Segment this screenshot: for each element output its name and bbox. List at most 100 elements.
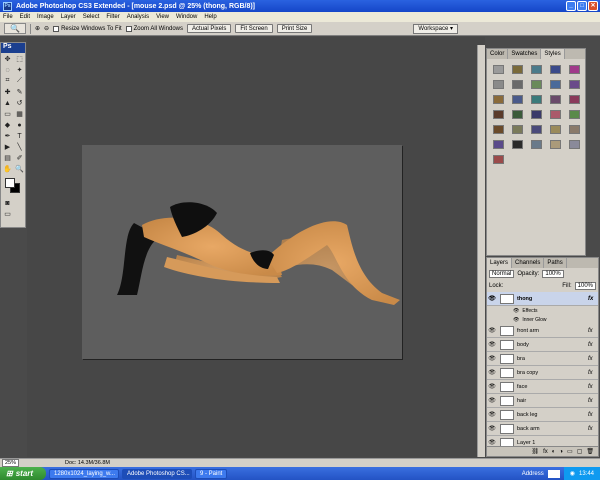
zoom-all-windows-checkbox[interactable]: Zoom All Windows <box>125 25 183 32</box>
resize-windows-checkbox[interactable]: Resize Windows To Fit <box>53 25 122 32</box>
layer-row[interactable]: 👁 bra fx <box>487 352 598 366</box>
stamp-icon[interactable]: ▲ <box>2 98 13 108</box>
zoom-level[interactable]: 25% <box>2 459 20 467</box>
inner-glow-row[interactable]: 👁 Inner Glow <box>487 315 598 324</box>
fx-badge[interactable]: fx <box>588 426 598 432</box>
style-swatch[interactable] <box>512 110 523 119</box>
fx-badge[interactable]: fx <box>588 384 598 390</box>
actual-pixels-button[interactable]: Actual Pixels <box>187 24 232 33</box>
style-swatch[interactable] <box>531 125 542 134</box>
style-swatch[interactable] <box>512 140 523 149</box>
adjust-icon[interactable]: ◑ <box>559 449 563 455</box>
style-swatch[interactable] <box>550 80 561 89</box>
foreground-color[interactable] <box>5 178 15 188</box>
crop-icon[interactable]: ⌗ <box>2 76 13 86</box>
pen-icon[interactable]: ✒ <box>2 131 13 141</box>
marquee-icon[interactable]: ⬚ <box>14 54 25 64</box>
fx-icon[interactable]: fx <box>543 449 548 455</box>
layer-row[interactable]: 👁 bra copy fx <box>487 366 598 380</box>
opacity-field[interactable]: 100% <box>542 270 564 278</box>
quick-mask-icon[interactable]: ◙ <box>2 198 13 208</box>
minimize-button[interactable]: _ <box>566 1 576 11</box>
style-swatch[interactable] <box>550 110 561 119</box>
style-swatch[interactable] <box>550 140 561 149</box>
blur-icon[interactable]: ◆ <box>2 120 13 130</box>
blend-mode-select[interactable]: Normal <box>489 270 515 278</box>
dodge-icon[interactable]: ● <box>14 120 25 130</box>
style-swatch[interactable] <box>531 80 542 89</box>
vertical-scrollbar[interactable] <box>477 45 485 457</box>
style-swatch[interactable] <box>493 110 504 119</box>
task-image[interactable]: 1280x1024_laying_w... <box>49 468 119 479</box>
menu-layer[interactable]: Layer <box>61 14 76 20</box>
eye-icon[interactable]: 👁 <box>487 355 497 362</box>
layer-row[interactable]: 👁 back leg fx <box>487 408 598 422</box>
notes-icon[interactable]: ▤ <box>2 153 13 163</box>
link-icon[interactable]: ⛓ <box>531 448 539 455</box>
tab-channels[interactable]: Channels <box>512 258 545 268</box>
style-swatch[interactable] <box>550 125 561 134</box>
style-swatch[interactable] <box>531 95 542 104</box>
style-swatch[interactable] <box>512 95 523 104</box>
style-swatch[interactable] <box>512 65 523 74</box>
healing-icon[interactable]: ✚ <box>2 87 13 97</box>
layer-row[interactable]: 👁 body fx <box>487 338 598 352</box>
fx-badge[interactable]: fx <box>588 412 598 418</box>
fx-badge[interactable]: fx <box>588 342 598 348</box>
eye-icon[interactable]: 👁 <box>487 397 497 404</box>
eye-icon[interactable]: 👁 <box>487 383 497 390</box>
style-swatch[interactable] <box>512 125 523 134</box>
fx-badge[interactable]: fx <box>588 356 598 362</box>
print-size-button[interactable]: Print Size <box>276 24 313 33</box>
line-icon[interactable]: ╲ <box>14 142 25 152</box>
style-swatch[interactable] <box>493 140 504 149</box>
task-paint[interactable]: 9 - Paint <box>195 468 228 479</box>
style-swatch[interactable] <box>569 80 580 89</box>
close-button[interactable]: ✕ <box>588 1 598 11</box>
eye-icon[interactable]: 👁 <box>487 411 497 418</box>
fill-field[interactable]: 100% <box>574 282 596 290</box>
fx-badge[interactable]: fx <box>588 370 598 376</box>
style-swatch[interactable] <box>569 65 580 74</box>
workspace-button[interactable]: Workspace ▾ <box>413 24 458 34</box>
tab-color[interactable]: Color <box>487 49 509 59</box>
start-button[interactable]: ⊞ start <box>0 467 46 480</box>
style-swatch[interactable] <box>569 110 580 119</box>
path-select-icon[interactable]: ▶ <box>2 142 13 152</box>
lasso-icon[interactable]: ◌ <box>2 65 13 75</box>
zoom-out-icon[interactable]: ⊖ <box>44 25 49 32</box>
move-icon[interactable]: ✥ <box>2 54 13 64</box>
type-icon[interactable]: T <box>14 131 25 141</box>
layer-row[interactable]: 👁 hair fx <box>487 394 598 408</box>
slice-icon[interactable]: ⟋ <box>14 76 25 86</box>
eye-icon[interactable]: 👁 <box>487 341 497 348</box>
tab-paths[interactable]: Paths <box>544 258 567 268</box>
tab-swatches[interactable]: Swatches <box>508 49 542 59</box>
eye-icon[interactable]: 👁 <box>487 425 497 432</box>
color-swatches[interactable] <box>1 177 25 197</box>
tab-styles[interactable]: Styles <box>541 49 565 59</box>
style-swatch[interactable] <box>550 95 561 104</box>
style-swatch[interactable] <box>493 95 504 104</box>
layer-row[interactable]: 👁 thong fx <box>487 292 598 306</box>
style-swatch[interactable] <box>569 125 580 134</box>
screen-mode-icon[interactable]: ▭ <box>2 209 13 219</box>
eye-icon[interactable]: 👁 <box>513 317 519 323</box>
tab-layers[interactable]: Layers <box>487 258 513 268</box>
canvas[interactable] <box>82 145 402 359</box>
history-brush-icon[interactable]: ↺ <box>14 98 25 108</box>
style-swatch[interactable] <box>493 80 504 89</box>
address-field[interactable] <box>547 469 560 478</box>
new-layer-icon[interactable]: ▢ <box>577 448 583 455</box>
layer-row[interactable]: 👁 back arm fx <box>487 422 598 436</box>
fx-badge[interactable]: fx <box>588 296 598 302</box>
layer-row[interactable]: 👁 front arm fx <box>487 324 598 338</box>
style-swatch[interactable] <box>531 65 542 74</box>
eye-icon[interactable]: 👁 <box>487 295 497 302</box>
zoom-icon[interactable]: 🔍 <box>14 164 25 174</box>
trash-icon[interactable]: 🗑 <box>586 448 594 455</box>
eye-icon[interactable]: 👁 <box>487 327 497 334</box>
folder-icon[interactable]: ▭ <box>567 448 573 455</box>
fit-screen-button[interactable]: Fit Screen <box>235 24 273 33</box>
style-swatch[interactable] <box>493 65 504 74</box>
